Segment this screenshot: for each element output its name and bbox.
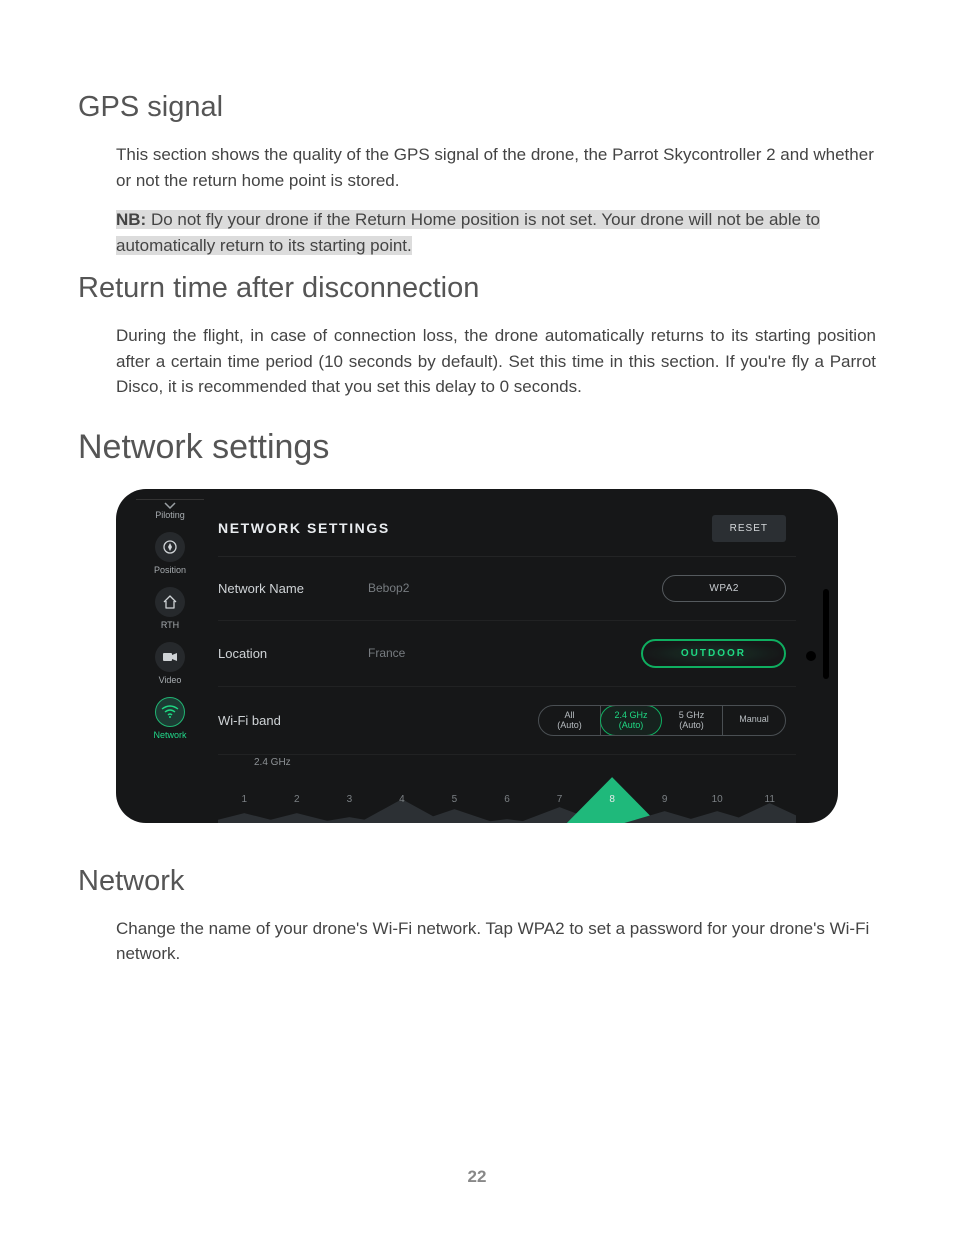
band-option-5ghz[interactable]: 5 GHz(Auto) (661, 706, 723, 736)
channel-label: 10 (691, 794, 744, 805)
wifi-band-segmented: All(Auto) 2.4 GHz(Auto) 5 GHz(Auto) Manu… (538, 705, 786, 737)
sidebar-item-rth[interactable]: RTH (136, 584, 204, 635)
sidebar-item-position[interactable]: Position (136, 529, 204, 580)
note-block: NB: Do not fly your drone if the Return … (116, 207, 876, 258)
heading-gps-signal: GPS signal (78, 91, 876, 124)
channel-label: 11 (743, 794, 796, 805)
channel-label: 4 (376, 794, 429, 805)
note-body: Do not fly your drone if the Return Home… (116, 210, 820, 255)
compass-icon (155, 532, 185, 562)
reset-button[interactable]: RESET (712, 515, 786, 542)
outdoor-button[interactable]: OUTDOOR (641, 639, 786, 668)
heading-network: Network (78, 865, 876, 898)
channel-label: 8 (586, 794, 639, 805)
network-name-value[interactable]: Bebop2 (368, 581, 518, 595)
chevron-down-icon (164, 502, 176, 510)
band-option-all[interactable]: All(Auto) (539, 706, 601, 736)
wifi-channel-chart: 2.4 GHz 1234567891011 (218, 755, 796, 822)
wifi-icon (155, 697, 185, 727)
channel-label: 7 (533, 794, 586, 805)
paragraph-gps: This section shows the quality of the GP… (116, 142, 876, 193)
sidebar-label: Piloting (155, 510, 185, 520)
channel-label: 6 (481, 794, 534, 805)
band-option-manual[interactable]: Manual (723, 706, 785, 736)
sidebar-item-network[interactable]: Network (136, 694, 204, 745)
band-option-24ghz[interactable]: 2.4 GHz(Auto) (600, 705, 662, 737)
phone-home-bar (823, 589, 829, 679)
note-prefix: NB: (116, 210, 146, 229)
channel-label: 2 (271, 794, 324, 805)
channel-label: 3 (323, 794, 376, 805)
paragraph-return-time: During the flight, in case of connection… (116, 323, 876, 400)
heading-return-time: Return time after disconnection (78, 272, 876, 305)
sidebar-item-piloting[interactable]: Piloting (136, 499, 204, 525)
sidebar-label: Video (159, 675, 182, 685)
row-location: Location France OUTDOOR (218, 621, 796, 687)
row-label: Network Name (218, 581, 368, 596)
home-icon (155, 587, 185, 617)
row-network-name: Network Name Bebop2 WPA2 (218, 557, 796, 621)
row-wifi-band: Wi-Fi band All(Auto) 2.4 GHz(Auto) 5 GHz… (218, 687, 796, 756)
heading-network-settings: Network settings (78, 428, 876, 467)
location-value[interactable]: France (368, 646, 518, 660)
settings-sidebar: Piloting Position RTH Video (136, 499, 204, 823)
channel-label: 9 (638, 794, 691, 805)
channel-label: 5 (428, 794, 481, 805)
sidebar-label: RTH (161, 620, 179, 630)
sidebar-item-video[interactable]: Video (136, 639, 204, 690)
video-icon (155, 642, 185, 672)
sidebar-label: Position (154, 565, 186, 575)
wpa2-button[interactable]: WPA2 (662, 575, 786, 602)
row-label: Location (218, 646, 368, 661)
settings-content: NETWORK SETTINGS RESET Network Name Bebo… (204, 499, 796, 823)
row-label: Wi-Fi band (218, 713, 368, 728)
phone-mockup: Piloting Position RTH Video (116, 489, 838, 823)
phone-speaker-dot (806, 651, 816, 661)
sidebar-label: Network (153, 730, 186, 740)
channel-label: 1 (218, 794, 271, 805)
paragraph-network: Change the name of your drone's Wi-Fi ne… (116, 916, 876, 967)
page-number: 22 (78, 1167, 876, 1187)
panel-title: NETWORK SETTINGS (218, 520, 390, 536)
